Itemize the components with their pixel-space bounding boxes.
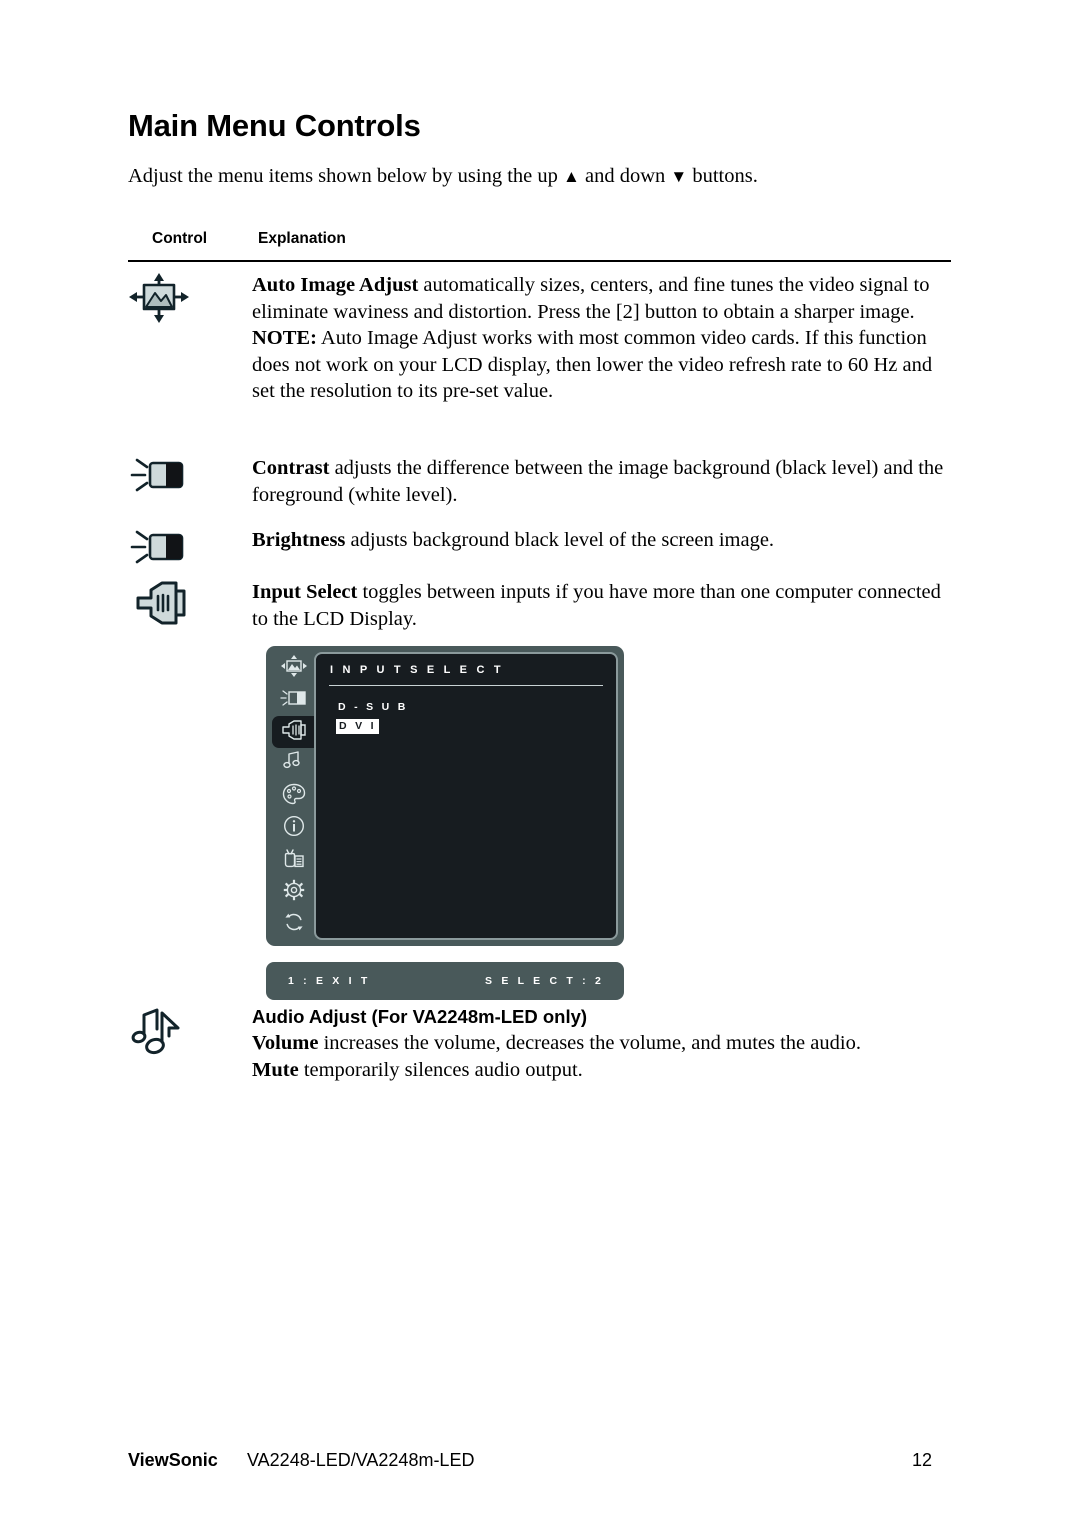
- term-mute: Mute: [252, 1058, 299, 1081]
- osd-footer-bar: 1 : E X I T S E L E C T : 2: [266, 962, 624, 1000]
- osd-sidebar-item-auto-image-adjust[interactable]: [272, 652, 316, 684]
- osd-sidebar: [272, 652, 317, 940]
- audio-adjust-icon: [128, 1006, 188, 1063]
- osd-main-panel: I N P U T S E L E C T D - S U B D V I: [314, 652, 618, 940]
- body-contrast: adjusts the difference between the image…: [252, 457, 944, 506]
- body-brightness: adjusts background black level of the sc…: [345, 529, 775, 551]
- footer-brand: ViewSonic: [128, 1450, 218, 1470]
- osd-manual-image-adjust-icon: [283, 847, 305, 874]
- osd-footer-exit-label[interactable]: 1 : E X I T: [288, 975, 370, 987]
- contrast-text: Contrast adjusts the difference between …: [252, 455, 960, 508]
- osd-sidebar-item-information[interactable]: [272, 812, 316, 844]
- osd-memory-recall-icon: [283, 911, 305, 938]
- column-header-explanation: Explanation: [258, 230, 346, 247]
- osd-sidebar-item-input-select[interactable]: [272, 716, 317, 748]
- audio-adjust-heading: Audio Adjust (For VA2248m-LED only): [252, 1006, 588, 1027]
- brightness-text: Brightness adjusts background black leve…: [252, 527, 960, 554]
- osd-setup-menu-icon: [283, 879, 305, 906]
- osd-option-dvi[interactable]: D V I: [336, 719, 380, 734]
- osd-information-icon: [283, 815, 305, 842]
- term-brightness: Brightness: [252, 529, 346, 551]
- osd-title-divider: [329, 685, 603, 686]
- input-select-icon: [128, 579, 194, 632]
- brightness-icon: [128, 527, 190, 572]
- osd-audio-adjust-icon: [283, 750, 305, 778]
- note-body: Auto Image Adjust works with most common…: [252, 327, 933, 402]
- osd-sidebar-item-contrast-brightness[interactable]: [272, 684, 316, 716]
- intro-middle: and down: [579, 165, 671, 187]
- term-contrast: Contrast: [252, 457, 330, 479]
- osd-sidebar-item-memory-recall[interactable]: [272, 908, 316, 940]
- auto-image-adjust-icon: [128, 272, 190, 329]
- osd-auto-image-adjust-icon: [281, 654, 307, 682]
- intro-suffix: buttons.: [687, 165, 758, 187]
- osd-menu-screenshot: I N P U T S E L E C T D - S U B D V I: [266, 646, 624, 946]
- body-volume: increases the volume, decreases the volu…: [318, 1032, 861, 1054]
- footer-model: VA2248-LED/VA2248m-LED: [247, 1450, 475, 1470]
- contrast-icon: [128, 455, 190, 500]
- auto-image-adjust-text: Auto Image Adjust automatically sizes, c…: [252, 272, 960, 405]
- osd-contrast-brightness-icon: [280, 688, 308, 713]
- header-divider: [128, 260, 951, 262]
- term-auto-image-adjust: Auto Image Adjust: [252, 274, 419, 296]
- term-input-select: Input Select: [252, 581, 358, 603]
- osd-option-d-sub[interactable]: D - S U B: [338, 701, 408, 713]
- note-label: NOTE:: [252, 327, 317, 349]
- osd-color-adjust-icon: [282, 783, 306, 810]
- osd-sidebar-item-manual-image-adjust[interactable]: [272, 844, 316, 876]
- footer-page-number: 12: [912, 1450, 933, 1470]
- osd-sidebar-item-color-adjust[interactable]: [272, 780, 316, 812]
- down-triangle-icon: ▼: [670, 167, 688, 186]
- page-title: Main Menu Controls: [128, 108, 421, 143]
- manual-page: Main Menu Controls Adjust the menu items…: [0, 0, 1080, 1528]
- column-header-control: Control: [152, 230, 208, 247]
- osd-sidebar-item-setup-menu[interactable]: [272, 876, 316, 908]
- up-triangle-icon: ▲: [563, 167, 580, 186]
- audio-adjust-text: Audio Adjust (For VA2248m-LED only) Volu…: [252, 1004, 960, 1083]
- input-select-text: Input Select toggles between inputs if y…: [252, 579, 960, 632]
- osd-sidebar-item-audio-adjust[interactable]: [272, 748, 316, 780]
- osd-footer-select-label[interactable]: S E L E C T : 2: [485, 975, 604, 987]
- intro-paragraph: Adjust the menu items shown below by usi…: [128, 165, 758, 188]
- term-volume: Volume: [252, 1032, 319, 1054]
- body-mute: temporarily silences audio output.: [298, 1058, 583, 1081]
- osd-input-select-icon: [280, 719, 308, 746]
- osd-panel-title: I N P U T S E L E C T: [330, 664, 504, 676]
- intro-prefix: Adjust the menu items shown below by usi…: [128, 165, 564, 187]
